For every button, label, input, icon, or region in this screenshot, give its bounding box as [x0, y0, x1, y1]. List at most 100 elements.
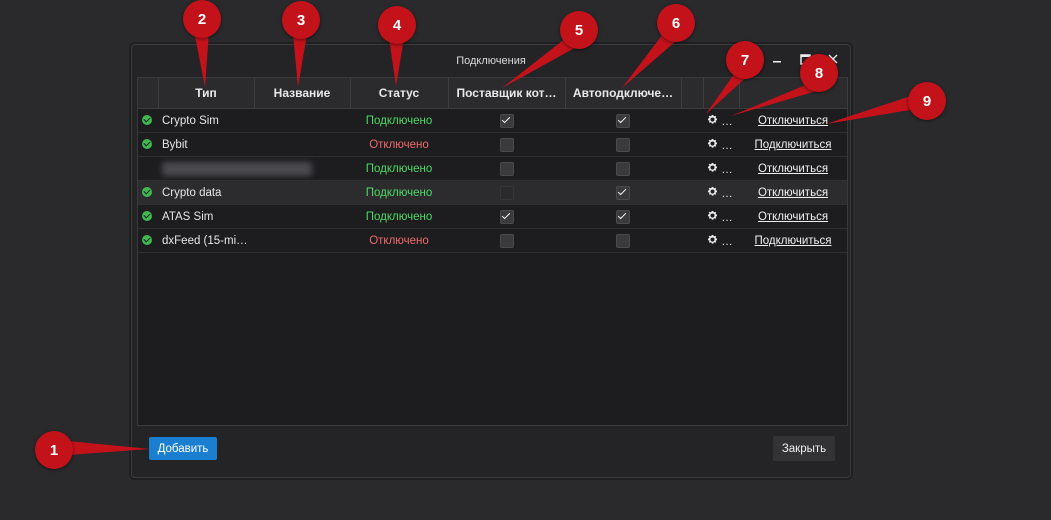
- gear-icon: [708, 162, 717, 172]
- autoconnect-cell: [565, 204, 681, 229]
- gear-icon: [708, 138, 717, 148]
- marker-5: 5: [560, 11, 598, 49]
- delete-button[interactable]: [727, 137, 737, 149]
- header-provider[interactable]: Поставщик кот…: [448, 78, 566, 109]
- link-cell: Отключиться: [739, 156, 847, 181]
- trash-icon: [728, 233, 737, 244]
- status-icon-cell: [138, 180, 158, 205]
- autoconnect-checkbox[interactable]: [616, 137, 630, 152]
- connections-table: Тип Название Статус Поставщик кот… Автоп…: [137, 77, 848, 426]
- status-icon-cell: [138, 108, 158, 133]
- connect-toggle-link[interactable]: Подключиться: [754, 235, 831, 247]
- autoconnect-checkbox[interactable]: [616, 161, 630, 176]
- type-cell: Crypto Sim: [158, 108, 254, 133]
- actions-cell: [703, 180, 739, 205]
- header-autoconnect[interactable]: Автоподключе…: [565, 78, 682, 109]
- settings-button[interactable]: [707, 186, 718, 197]
- table-row[interactable]: Подключено Отключиться: [138, 156, 847, 181]
- minimize-button[interactable]: [768, 51, 786, 67]
- actions-cell: [703, 132, 739, 157]
- connected-check-icon: [142, 115, 152, 126]
- marker-6: 6: [657, 4, 695, 42]
- settings-button[interactable]: [707, 114, 718, 125]
- header-name[interactable]: Название: [254, 78, 351, 109]
- status-icon-cell: [138, 156, 158, 181]
- autoconnect-cell: [565, 156, 681, 181]
- name-cell: [254, 132, 350, 157]
- actions-cell: [703, 228, 739, 253]
- provider-cell: [448, 156, 565, 181]
- connect-toggle-link[interactable]: Отключиться: [758, 187, 828, 199]
- provider-checkbox[interactable]: [499, 113, 514, 128]
- status-cell: Подключено: [350, 108, 448, 133]
- delete-button[interactable]: [727, 185, 737, 197]
- status-icon-cell: [138, 204, 158, 229]
- settings-button[interactable]: [707, 162, 718, 173]
- table-row[interactable]: Crypto data Подключено Отключиться: [138, 180, 847, 205]
- marker-9: 9: [908, 82, 946, 120]
- autoconnect-checkbox[interactable]: [616, 209, 630, 224]
- delete-button[interactable]: [727, 233, 737, 245]
- delete-button[interactable]: [727, 161, 737, 173]
- actions-cell: [703, 204, 739, 229]
- table-row[interactable]: dxFeed (15-mi… Отключено Подключиться: [138, 228, 847, 253]
- spacer-cell: [681, 228, 703, 253]
- table-row[interactable]: ATAS Sim Подключено Отключиться: [138, 204, 847, 229]
- table-row[interactable]: Crypto Sim Подключено Отключиться: [138, 108, 847, 133]
- provider-checkbox[interactable]: [499, 233, 514, 248]
- provider-checkbox[interactable]: [499, 161, 514, 176]
- add-button[interactable]: Добавить: [149, 437, 217, 460]
- header-actions: [703, 78, 740, 109]
- spacer-cell: [681, 180, 703, 205]
- name-cell: [254, 108, 350, 133]
- status-cell: Подключено: [350, 156, 448, 181]
- autoconnect-checkbox[interactable]: [616, 113, 630, 128]
- status-cell: Подключено: [350, 180, 448, 205]
- settings-button[interactable]: [707, 234, 718, 245]
- connected-check-icon: [142, 235, 152, 246]
- provider-checkbox[interactable]: [499, 137, 514, 152]
- settings-button[interactable]: [707, 210, 718, 221]
- connect-toggle-link[interactable]: Подключиться: [754, 139, 831, 151]
- type-cell: Crypto data: [158, 180, 254, 205]
- link-cell: Подключиться: [739, 228, 847, 253]
- close-button[interactable]: Закрыть: [773, 436, 835, 461]
- type-cell: Bybit: [158, 132, 254, 157]
- autoconnect-cell: [565, 108, 681, 133]
- connections-window: Подключения Тип Название Статус Поставщи…: [131, 44, 851, 478]
- connected-check-icon: [142, 187, 152, 198]
- link-cell: Отключиться: [739, 108, 847, 133]
- gear-icon: [708, 234, 717, 244]
- settings-button[interactable]: [707, 138, 718, 149]
- provider-checkbox[interactable]: [499, 209, 514, 224]
- status-cell: Отключено: [350, 228, 448, 253]
- spacer-cell: [681, 156, 703, 181]
- connect-toggle-link[interactable]: Отключиться: [758, 163, 828, 175]
- provider-checkbox[interactable]: [499, 185, 514, 200]
- spacer-cell: [681, 108, 703, 133]
- trash-icon: [728, 185, 737, 196]
- table-row[interactable]: Bybit Отключено Подключиться: [138, 132, 847, 157]
- autoconnect-checkbox[interactable]: [616, 233, 630, 248]
- delete-button[interactable]: [727, 113, 737, 125]
- link-cell: Отключиться: [739, 180, 847, 205]
- marker-8: 8: [800, 54, 838, 92]
- delete-button[interactable]: [727, 209, 737, 221]
- trash-icon: [728, 209, 737, 220]
- gear-icon: [708, 210, 717, 220]
- trash-icon: [728, 137, 737, 148]
- status-icon-cell: [138, 228, 158, 253]
- name-cell: [254, 204, 350, 229]
- connect-toggle-link[interactable]: Отключиться: [758, 115, 828, 127]
- trash-icon: [728, 161, 737, 172]
- spacer-cell: [681, 132, 703, 157]
- marker-7: 7: [726, 41, 764, 79]
- redacted-text: [162, 161, 312, 176]
- connect-toggle-link[interactable]: Отключиться: [758, 211, 828, 223]
- header-status[interactable]: Статус: [350, 78, 449, 109]
- autoconnect-checkbox[interactable]: [616, 185, 630, 200]
- gear-icon: [708, 114, 717, 124]
- minimize-icon: [773, 61, 781, 63]
- header-type[interactable]: Тип: [158, 78, 255, 109]
- autoconnect-cell: [565, 228, 681, 253]
